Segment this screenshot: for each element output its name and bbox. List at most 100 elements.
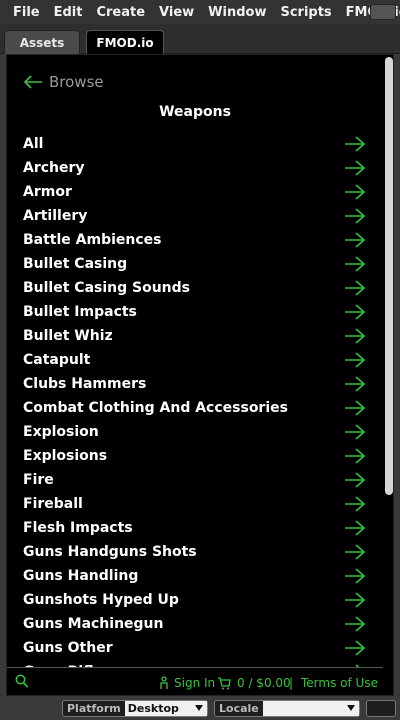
cart-total: 0 / $0.00: [237, 676, 291, 690]
arrow-right-icon[interactable]: [344, 279, 366, 297]
platform-dropdown[interactable]: Desktop: [124, 701, 207, 716]
arrow-right-icon[interactable]: [344, 375, 366, 393]
arrow-right-icon[interactable]: [344, 447, 366, 465]
window-control-button[interactable]: [370, 4, 396, 20]
category-row[interactable]: Armor: [7, 180, 383, 204]
category-row[interactable]: Guns Other: [7, 636, 383, 660]
category-row[interactable]: Flesh Impacts: [7, 516, 383, 540]
arrow-right-icon[interactable]: [344, 231, 366, 249]
category-row[interactable]: Explosions: [7, 444, 383, 468]
locale-selector[interactable]: Locale: [214, 700, 360, 717]
category-row[interactable]: Combat Clothing And Accessories: [7, 396, 383, 420]
category-label: Fireball: [23, 496, 83, 512]
category-row[interactable]: Fire: [7, 468, 383, 492]
tab-bar: Assets FMOD.io: [0, 24, 400, 54]
arrow-right-icon[interactable]: [344, 639, 366, 657]
category-label: Flesh Impacts: [23, 520, 133, 536]
category-row[interactable]: Explosion: [7, 420, 383, 444]
category-label: Explosions: [23, 448, 108, 464]
menu-bar: File Edit Create View Window Scripts FMO…: [0, 0, 400, 24]
tab-fmodio[interactable]: FMOD.io: [86, 30, 164, 54]
arrow-right-icon[interactable]: [344, 183, 366, 201]
chevron-down-icon: [347, 705, 355, 711]
back-to-browse-link[interactable]: Browse: [23, 73, 104, 91]
category-row[interactable]: Bullet Whiz: [7, 324, 383, 348]
arrow-right-icon[interactable]: [344, 543, 366, 561]
terms-of-use-link[interactable]: Terms of Use: [301, 676, 378, 690]
category-row[interactable]: Fireball: [7, 492, 383, 516]
category-list: All Archery Armor Artillery Battle Ambiences…: [7, 132, 383, 695]
category-row[interactable]: Guns Handling: [7, 564, 383, 588]
category-label: Clubs Hammers: [23, 376, 147, 392]
category-row[interactable]: Bullet Casing: [7, 252, 383, 276]
locale-dropdown[interactable]: [262, 701, 359, 716]
arrow-right-icon[interactable]: [344, 615, 366, 633]
sign-in-link[interactable]: Sign In: [159, 676, 215, 690]
category-label: Guns Other: [23, 640, 113, 656]
arrow-right-icon[interactable]: [344, 159, 366, 177]
category-row[interactable]: Clubs Hammers: [7, 372, 383, 396]
fmod-browser-panel: Browse Weapons All Archery Armor Artillery B…: [6, 54, 394, 696]
category-row[interactable]: Guns Handguns Shots: [7, 540, 383, 564]
menu-scripts[interactable]: Scripts: [273, 5, 338, 20]
category-row[interactable]: Artillery: [7, 204, 383, 228]
category-label: Bullet Whiz: [23, 328, 113, 344]
back-label: Browse: [49, 73, 104, 91]
arrow-right-icon[interactable]: [344, 135, 366, 153]
status-bar: Platform Desktop Locale: [0, 698, 400, 720]
category-label: Battle Ambiences: [23, 232, 162, 248]
arrow-right-icon[interactable]: [344, 471, 366, 489]
menu-window[interactable]: Window: [201, 5, 273, 20]
category-row[interactable]: Bullet Casing Sounds: [7, 276, 383, 300]
category-label: Artillery: [23, 208, 88, 224]
arrow-right-icon[interactable]: [344, 519, 366, 537]
platform-label: Platform: [67, 702, 121, 715]
menu-create[interactable]: Create: [89, 5, 152, 20]
arrow-right-icon[interactable]: [344, 495, 366, 513]
status-extra-button[interactable]: [366, 700, 396, 717]
category-row[interactable]: Guns Machinegun: [7, 612, 383, 636]
menu-file[interactable]: File: [6, 5, 47, 20]
arrow-right-icon[interactable]: [344, 327, 366, 345]
cart-link[interactable]: 0 / $0.00: [217, 676, 291, 690]
category-label: Explosion: [23, 424, 99, 440]
category-label: Catapult: [23, 352, 91, 368]
category-label: Guns Machinegun: [23, 616, 164, 632]
category-label: Fire: [23, 472, 54, 488]
platform-selector[interactable]: Platform Desktop: [62, 700, 208, 717]
chevron-down-icon: [195, 705, 203, 711]
cart-icon: [218, 676, 231, 689]
arrow-right-icon[interactable]: [344, 591, 366, 609]
category-label: All: [23, 136, 44, 152]
category-label: Armor: [23, 184, 72, 200]
arrow-right-icon[interactable]: [344, 399, 366, 417]
menu-edit[interactable]: Edit: [47, 5, 90, 20]
arrow-right-icon[interactable]: [344, 351, 366, 369]
category-row[interactable]: Battle Ambiences: [7, 228, 383, 252]
menu-view[interactable]: View: [152, 5, 201, 20]
sign-in-label: Sign In: [174, 676, 216, 690]
category-label: Archery: [23, 160, 85, 176]
category-row[interactable]: Bullet Impacts: [7, 300, 383, 324]
category-row[interactable]: All: [7, 132, 383, 156]
arrow-right-icon[interactable]: [344, 255, 366, 273]
scrollbar-thumb[interactable]: [385, 57, 393, 495]
arrow-right-icon[interactable]: [344, 567, 366, 585]
arrow-left-icon: [23, 75, 42, 89]
category-row[interactable]: Archery: [7, 156, 383, 180]
category-label: Bullet Casing Sounds: [23, 280, 191, 296]
person-icon: [160, 676, 168, 689]
arrow-right-icon[interactable]: [344, 423, 366, 441]
search-icon[interactable]: [15, 674, 29, 690]
tab-assets[interactable]: Assets: [4, 30, 80, 54]
category-row[interactable]: Catapult: [7, 348, 383, 372]
category-row[interactable]: Gunshots Hyped Up: [7, 588, 383, 612]
browser-footer: Sign In 0 / $0.00 | Terms of Use: [7, 667, 383, 695]
footer-separator: |: [289, 676, 294, 690]
arrow-right-icon[interactable]: [344, 303, 366, 321]
category-label: Guns Handling: [23, 568, 139, 584]
category-label: Bullet Casing: [23, 256, 128, 272]
category-label: Guns Handguns Shots: [23, 544, 197, 560]
category-heading: Weapons: [159, 104, 231, 120]
arrow-right-icon[interactable]: [344, 207, 366, 225]
